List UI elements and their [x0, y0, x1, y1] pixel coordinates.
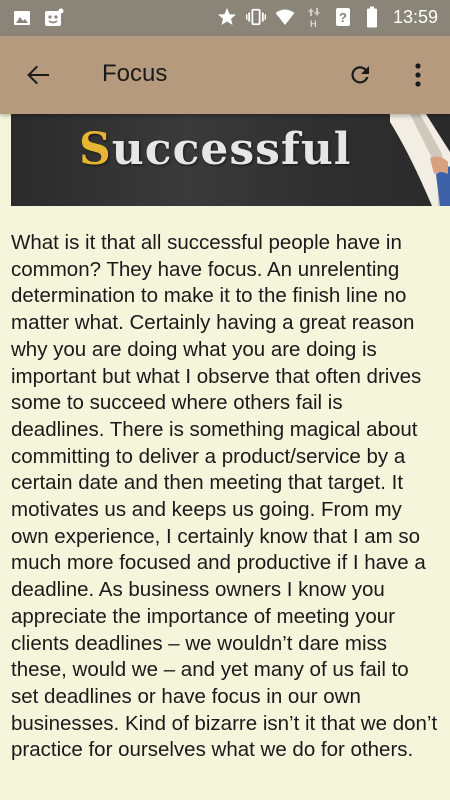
back-button[interactable] [16, 53, 60, 97]
signal-unknown-icon: ? [333, 6, 353, 28]
article-content[interactable]: Successful What is it that all successfu… [0, 114, 450, 800]
svg-text:H: H [310, 19, 317, 28]
refresh-button[interactable] [338, 53, 382, 97]
status-right-icons: H ? 13:59 [217, 6, 438, 28]
vibrate-icon [245, 6, 266, 28]
more-vert-icon [415, 63, 421, 87]
wifi-icon [275, 6, 295, 28]
arrow-back-icon [27, 65, 49, 85]
hero-word-first-letter: S [79, 124, 112, 175]
hero-word: Successful [79, 120, 352, 180]
app-bar: Focus [0, 36, 450, 114]
hero-arm-illustration [390, 114, 450, 206]
page-title: Focus [102, 60, 168, 87]
refresh-icon [351, 66, 369, 84]
image-icon [12, 7, 32, 29]
hero-word-rest: uccessful [111, 124, 352, 175]
svg-text:?: ? [339, 10, 347, 25]
face-notification-icon [44, 7, 64, 29]
hero-image: Successful [11, 114, 450, 206]
battery-icon [362, 6, 382, 28]
status-left-icons [12, 7, 64, 29]
article-text: What is it that all successful people ha… [11, 231, 438, 762]
star-icon [217, 6, 237, 28]
status-time: 13:59 [392, 7, 438, 27]
data-transfer-icon: H [304, 6, 324, 28]
more-options-button[interactable] [396, 53, 440, 97]
status-bar: H ? 13:59 [0, 0, 450, 36]
